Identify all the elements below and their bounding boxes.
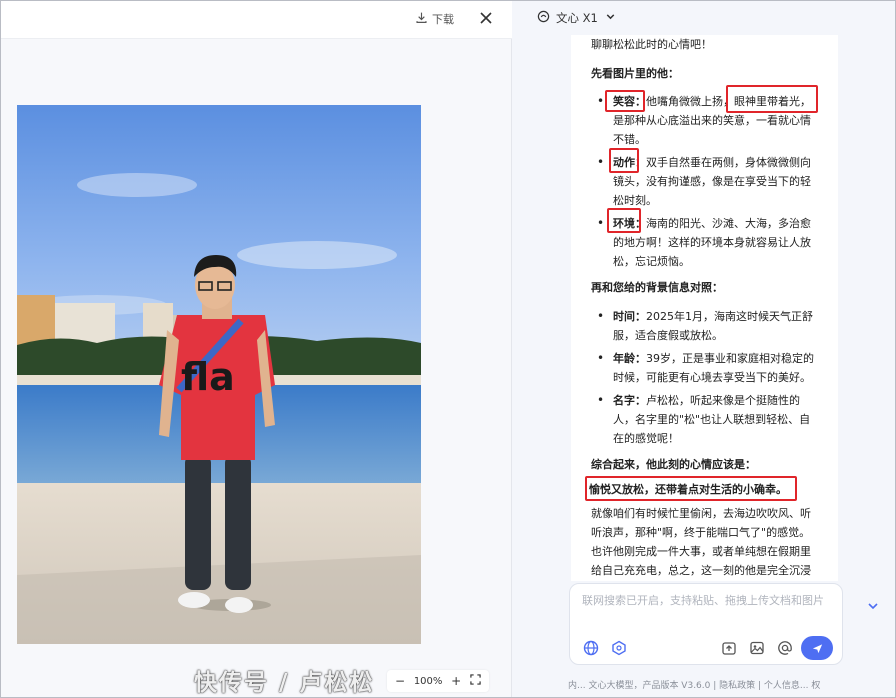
- scroll-down-icon[interactable]: [864, 597, 882, 615]
- zoom-level: 100%: [413, 675, 443, 687]
- fit-screen-icon[interactable]: [470, 674, 481, 688]
- image-preview-pane: 下载 fla − 100% +: [1, 1, 512, 697]
- plugin-icon[interactable]: [610, 639, 628, 657]
- chat-input-box[interactable]: 联网搜索已开启，支持粘贴、拖拽上传文档和图片: [569, 583, 843, 665]
- closing-text: 就像咱们有时候忙里偷闲，去海边吹吹风、听听浪声，那种"啊，终于能喘口气了"的感觉…: [591, 507, 811, 577]
- section-heading: 综合起来，他此刻的心情应该是：: [591, 458, 756, 471]
- watermark-text: 快传号 / 卢松松: [194, 670, 375, 696]
- list-item: 时间：2025年1月，海南这时候天气正舒服，适合度假或放松。: [591, 307, 819, 345]
- model-name: 文心 X1: [556, 11, 598, 25]
- send-icon: [812, 643, 822, 653]
- list-item: 名字：卢松松，听起来像是个挺随性的人，名字里的"松"也让人联想到轻松、自在的感觉…: [591, 391, 819, 448]
- upload-icon[interactable]: [720, 639, 738, 657]
- conclusion-text: 愉悦又放松，还带着点对生活的小确幸。: [589, 483, 787, 496]
- preview-photo: fla: [17, 105, 421, 644]
- observation-list: 笑容：他嘴角微微上扬，眼神里带着光，是那种从心底溢出来的笑意，一看就心情不错。 …: [591, 92, 819, 271]
- zoom-in-button[interactable]: +: [451, 674, 461, 688]
- globe-icon[interactable]: [582, 639, 600, 657]
- shirt-print: fla: [181, 355, 235, 399]
- footer-text: 内... 文心大模型，产品版本 V3.6.0 | 隐私政策 | 个人信息... …: [568, 681, 821, 691]
- list-item: 动作：双手自然垂在两侧，身体微微侧向镜头，没有拘谨感，像是在享受当下的轻松时刻。: [591, 153, 819, 210]
- intro-text: 聊聊松松此时的心情吧！: [591, 38, 712, 51]
- download-button[interactable]: 下载: [415, 9, 454, 29]
- preview-toolbar: 下载: [1, 1, 512, 39]
- send-button[interactable]: [801, 636, 833, 660]
- section-heading: 先看图片里的他：: [591, 67, 679, 80]
- download-label: 下载: [432, 13, 454, 26]
- section-heading: 再和您给的背景信息对照：: [591, 281, 723, 294]
- model-selector[interactable]: 文心 X1: [537, 10, 617, 26]
- zoom-out-button[interactable]: −: [395, 674, 405, 688]
- app-window: 下载 fla − 100% + 文心 X1 聊聊松松此时的心情吧！ 先看图片里的…: [0, 0, 896, 698]
- chat-pane: 文心 X1 聊聊松松此时的心情吧！ 先看图片里的他： 笑容：他嘴角微微上扬，眼神…: [512, 1, 895, 697]
- background-list: 时间：2025年1月，海南这时候天气正舒服，适合度假或放松。 年龄：39岁，正是…: [591, 307, 819, 448]
- close-icon[interactable]: [477, 9, 495, 27]
- chat-input[interactable]: 联网搜索已开启，支持粘贴、拖拽上传文档和图片: [582, 592, 832, 610]
- download-icon: [415, 11, 428, 27]
- at-icon[interactable]: [776, 639, 794, 657]
- list-item: 笑容：他嘴角微微上扬，眼神里带着光，是那种从心底溢出来的笑意，一看就心情不错。: [591, 92, 819, 149]
- list-item: 环境：海南的阳光、沙滩、大海，多治愈的地方啊！这样的环境本身就容易让人放松，忘记…: [591, 214, 819, 271]
- zoom-bar: − 100% +: [387, 670, 489, 692]
- chat-message: 聊聊松松此时的心情吧！ 先看图片里的他： 笑容：他嘴角微微上扬，眼神里带着光，是…: [571, 35, 838, 581]
- chevron-down-icon: [604, 10, 617, 26]
- model-logo-icon: [537, 10, 550, 26]
- list-item: 年龄：39岁，正是事业和家庭相对稳定的时候，可能更有心境去享受当下的美好。: [591, 349, 819, 387]
- image-icon[interactable]: [748, 639, 766, 657]
- chat-header: 文心 X1: [512, 1, 895, 35]
